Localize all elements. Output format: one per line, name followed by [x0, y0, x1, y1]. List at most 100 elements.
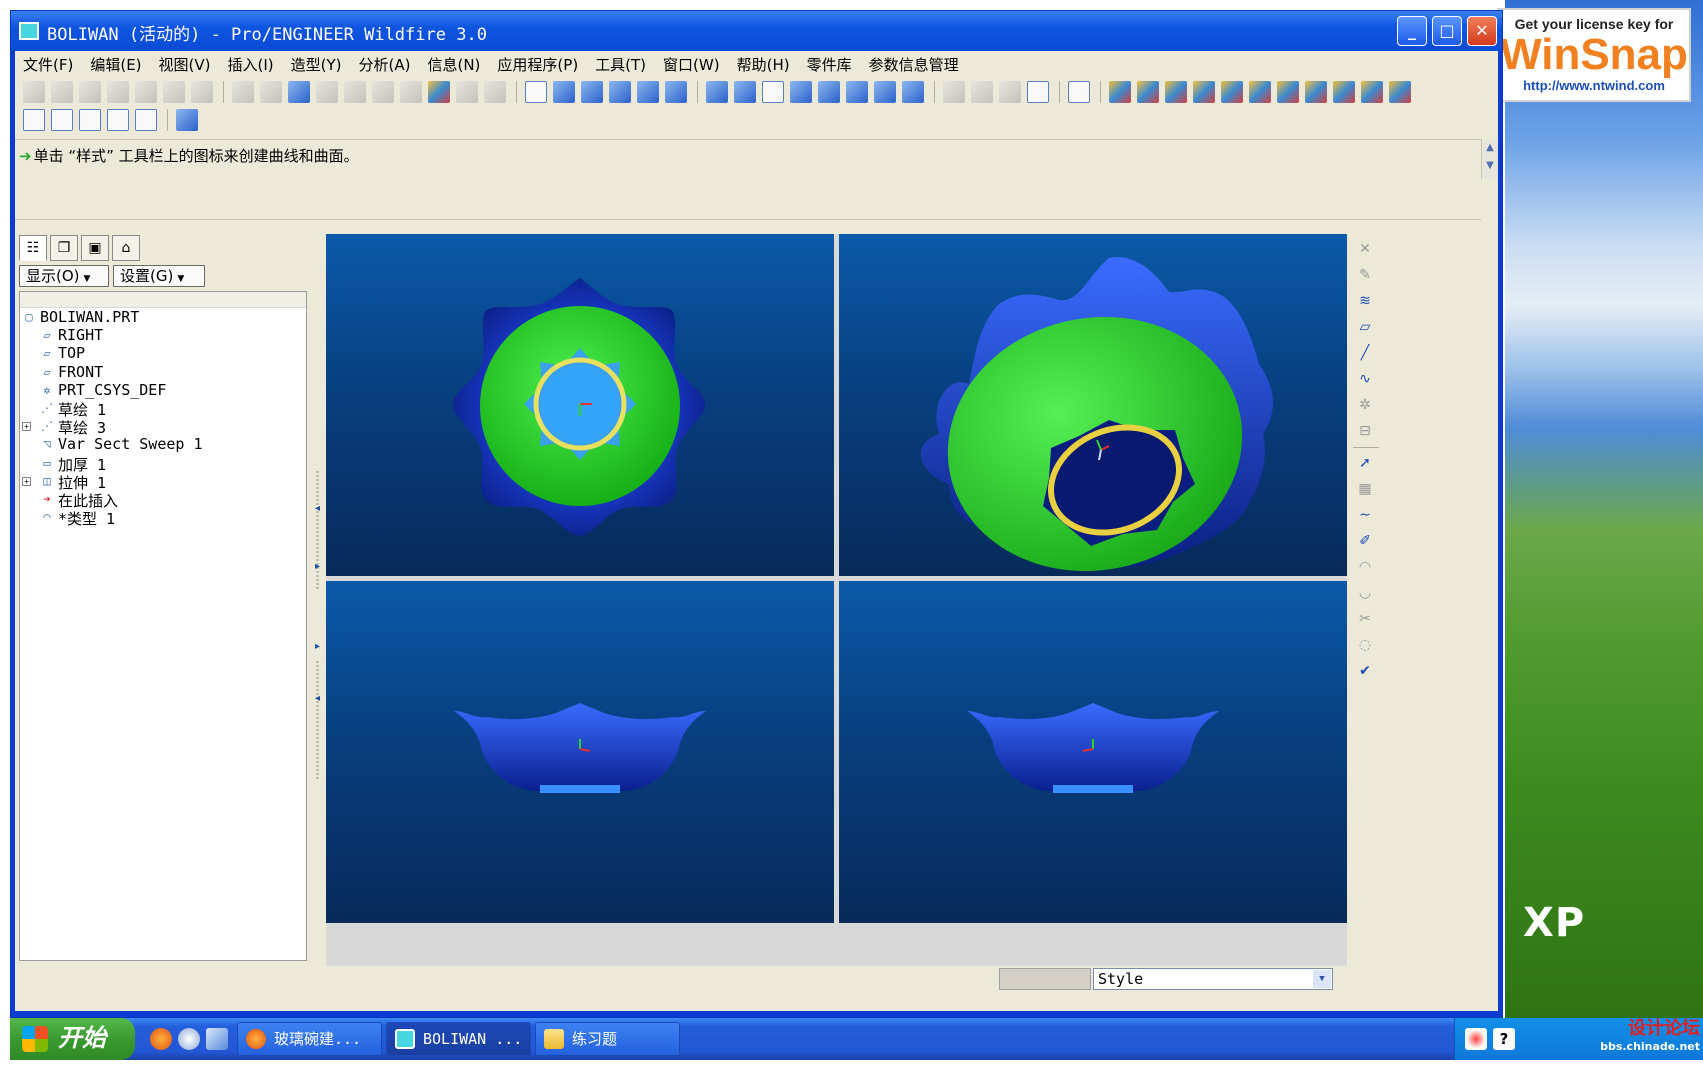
tree-item[interactable]: ▱ FRONT	[20, 363, 306, 381]
expand-right-icon[interactable]: ▸	[315, 561, 320, 572]
axis-display-icon[interactable]	[762, 81, 784, 103]
menu-applications[interactable]: 应用程序(P)	[497, 54, 578, 75]
menu-edit[interactable]: 编辑(E)	[90, 54, 141, 75]
point-tool-icon[interactable]: ✕	[1355, 239, 1375, 259]
surface-wave-icon[interactable]: ≋	[1355, 291, 1375, 311]
close-window-icon[interactable]	[23, 109, 45, 131]
task-proe[interactable]: BOLIWAN ...	[386, 1022, 531, 1056]
draft-analysis-icon[interactable]	[1249, 81, 1271, 103]
selection-box-icon[interactable]	[484, 81, 506, 103]
line-tool-icon[interactable]: ╱	[1355, 343, 1375, 363]
no-hidden-icon[interactable]	[999, 81, 1021, 103]
menu-file[interactable]: 文件(F)	[23, 54, 73, 75]
refit-icon[interactable]	[846, 81, 868, 103]
menu-part-library[interactable]: 零件库	[807, 54, 852, 75]
layers-icon[interactable]	[553, 81, 575, 103]
panel-splitter[interactable]: ◂ ▸ ▸ ◂	[313, 231, 327, 966]
menu-help[interactable]: 帮助(H)	[737, 54, 790, 75]
point-display-icon[interactable]	[107, 109, 129, 131]
menu-info[interactable]: 信息(N)	[427, 54, 480, 75]
slope-analysis-icon[interactable]	[1277, 81, 1299, 103]
open-session-icon[interactable]	[51, 81, 73, 103]
save-icon[interactable]	[135, 81, 157, 103]
title-bar[interactable]: BOLIWAN (活动的) - Pro/ENGINEER Wildfire 3.…	[11, 11, 1502, 51]
edit-curve-icon[interactable]: ✐	[1355, 531, 1375, 551]
tab-model-tree[interactable]: ☷	[19, 235, 47, 261]
context-help-icon[interactable]	[176, 109, 198, 131]
viewport-top[interactable]	[326, 234, 834, 576]
tree-item[interactable]: ▱ TOP	[20, 344, 306, 362]
expand-toggle-icon[interactable]: +	[22, 476, 31, 486]
tree-item[interactable]: ▢ BOLIWAN.PRT	[20, 308, 306, 326]
paste-icon[interactable]	[372, 81, 394, 103]
tree-item[interactable]: ▭ 加厚 1	[20, 454, 306, 474]
delete-analysis-icon[interactable]	[1361, 81, 1383, 103]
regenerate-icon[interactable]	[288, 81, 310, 103]
collapse-left-icon[interactable]: ◂	[315, 503, 320, 514]
new-file-icon[interactable]	[79, 81, 101, 103]
zoom-in-icon[interactable]	[790, 81, 812, 103]
tab-favorites[interactable]: ▣	[81, 235, 109, 261]
settings-dropdown[interactable]: 设置(G) ▼	[113, 265, 205, 287]
minimize-button[interactable]: _	[1397, 16, 1427, 46]
viewport-right[interactable]	[839, 581, 1347, 923]
tree-item[interactable]: ✲ PRT_CSYS_DEF	[20, 381, 306, 399]
save-copy-icon[interactable]	[163, 81, 185, 103]
tab-folder-browser[interactable]: ❐	[50, 235, 78, 261]
style-window-icon[interactable]	[1068, 81, 1090, 103]
splitter-grip[interactable]	[316, 471, 319, 591]
delete-all-analyses-icon[interactable]	[1389, 81, 1411, 103]
splitter-grip[interactable]	[316, 661, 319, 781]
task-browser[interactable]: 玻璃碗建...	[237, 1022, 382, 1056]
model-tree-icon[interactable]	[428, 81, 450, 103]
tree-item[interactable]: ⋰ 草绘 1	[20, 399, 306, 419]
antivirus-icon[interactable]	[1465, 1028, 1487, 1050]
redo-icon[interactable]	[260, 81, 282, 103]
menu-insert[interactable]: 插入(I)	[228, 54, 274, 75]
ad-url[interactable]: http://www.ntwind.com	[1499, 78, 1689, 93]
expand-toggle-icon[interactable]: +	[22, 422, 31, 432]
message-scrollbar[interactable]: ▲ ▼	[1481, 139, 1498, 179]
trim-surface-icon[interactable]: ✂	[1355, 609, 1375, 629]
gaussian-curvature-icon[interactable]	[1193, 81, 1215, 103]
menu-tools[interactable]: 工具(T)	[595, 54, 646, 75]
model-display-icon[interactable]	[637, 81, 659, 103]
done-check-icon[interactable]: ✔	[1355, 661, 1375, 681]
create-curve-icon[interactable]: ∼	[1355, 505, 1375, 525]
reorient-icon[interactable]	[874, 81, 896, 103]
orient-mode-icon[interactable]	[734, 81, 756, 103]
offset-analysis-icon[interactable]	[1165, 81, 1187, 103]
show-desktop-icon[interactable]	[178, 1028, 200, 1050]
menu-window[interactable]: 窗口(W)	[663, 54, 720, 75]
spin-center-icon[interactable]	[706, 81, 728, 103]
tree-item[interactable]: + ⋰ 草绘 3	[20, 417, 306, 437]
plane-display-icon[interactable]	[51, 109, 73, 131]
reflection-analysis-icon[interactable]	[1221, 81, 1243, 103]
hidden-line-icon[interactable]	[971, 81, 993, 103]
chevron-down-icon[interactable]: ▼	[1313, 970, 1331, 988]
menu-param-info[interactable]: 参数信息管理	[869, 54, 959, 75]
menu-view[interactable]: 视图(V)	[159, 54, 211, 75]
winsnap-ad[interactable]: Get your license key for WinSnap http://…	[1497, 8, 1691, 102]
shading-icon[interactable]	[1027, 81, 1049, 103]
active-plane-icon[interactable]: ▱	[1355, 317, 1375, 337]
connect-surface-icon[interactable]: ◡	[1355, 583, 1375, 603]
csys-display-icon[interactable]	[135, 109, 157, 131]
paste-special-icon[interactable]	[400, 81, 422, 103]
shade-analysis-icon[interactable]	[1333, 81, 1355, 103]
maximize-button[interactable]: □	[1432, 16, 1462, 46]
pencil-gray-icon[interactable]: ✎	[1355, 265, 1375, 285]
show-dropdown[interactable]: 显示(O) ▼	[19, 265, 109, 287]
firefox-icon[interactable]	[150, 1028, 172, 1050]
dihedral-analysis-icon[interactable]	[1305, 81, 1327, 103]
curve-analysis-icon[interactable]	[1109, 81, 1131, 103]
datum-display-icon[interactable]	[525, 81, 547, 103]
print-icon[interactable]	[191, 81, 213, 103]
select-arrow-icon[interactable]: ➚	[1355, 453, 1375, 473]
viewport-front[interactable]	[326, 581, 834, 923]
media-icon[interactable]	[206, 1028, 228, 1050]
new-session-icon[interactable]	[23, 81, 45, 103]
undo-icon[interactable]	[232, 81, 254, 103]
expand-right-icon[interactable]: ▸	[315, 641, 320, 652]
menu-style[interactable]: 造型(Y)	[291, 54, 342, 75]
